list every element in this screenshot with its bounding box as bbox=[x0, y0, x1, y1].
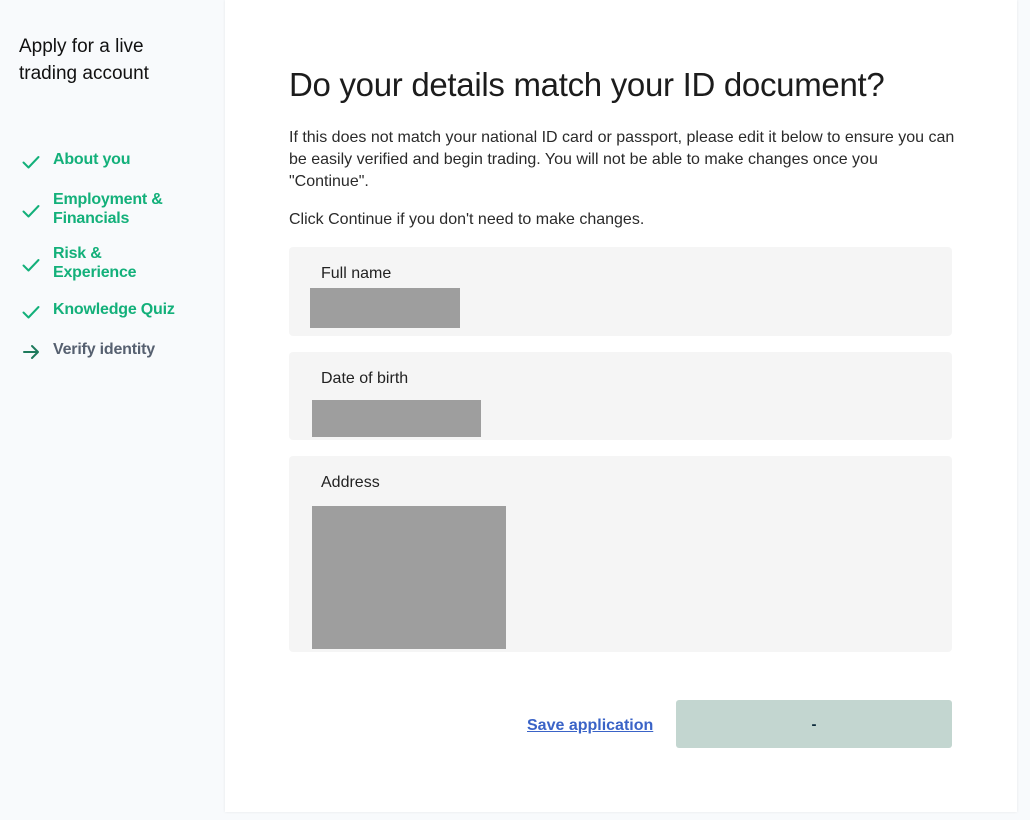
full-name-value-redacted bbox=[310, 288, 460, 328]
full-name-label: Full name bbox=[321, 265, 392, 282]
address-value-redacted bbox=[312, 506, 506, 649]
step-employment-financials[interactable]: Employment & Financials bbox=[20, 190, 170, 228]
address-card[interactable]: Address bbox=[289, 456, 952, 652]
step-label: About you bbox=[53, 151, 131, 168]
check-icon bbox=[20, 200, 42, 222]
step-label: Verify identity bbox=[53, 341, 155, 358]
check-icon bbox=[20, 151, 42, 173]
intro-text: If this does not match your national ID … bbox=[289, 129, 955, 190]
check-icon bbox=[20, 301, 42, 323]
date-of-birth-value-redacted bbox=[312, 400, 481, 437]
step-knowledge-quiz[interactable]: Knowledge Quiz bbox=[20, 300, 175, 323]
save-application-link[interactable]: Save application bbox=[527, 715, 653, 737]
sidebar: Apply for a live trading account About y… bbox=[0, 0, 225, 820]
step-label: Risk & Experience bbox=[53, 245, 137, 281]
continue-hint: Click Continue if you don't need to make… bbox=[289, 211, 645, 228]
step-label: Employment & Financials bbox=[53, 191, 163, 227]
page-title: Do your details match your ID document? bbox=[289, 66, 885, 103]
date-of-birth-label: Date of birth bbox=[321, 370, 409, 387]
continue-button[interactable]: - bbox=[676, 700, 952, 748]
step-about-you[interactable]: About you bbox=[20, 150, 130, 173]
sidebar-title: Apply for a live trading account bbox=[19, 36, 149, 84]
check-icon bbox=[20, 254, 42, 276]
arrow-right-icon bbox=[20, 341, 42, 363]
step-verify-identity[interactable]: Verify identity bbox=[20, 340, 155, 363]
address-label: Address bbox=[321, 474, 380, 491]
date-of-birth-card[interactable]: Date of birth bbox=[289, 352, 952, 440]
main-panel: Do your details match your ID document? … bbox=[225, 0, 1017, 812]
full-name-card[interactable]: Full name bbox=[289, 247, 952, 336]
step-risk-experience[interactable]: Risk & Experience bbox=[20, 244, 170, 282]
step-label: Knowledge Quiz bbox=[53, 301, 175, 318]
